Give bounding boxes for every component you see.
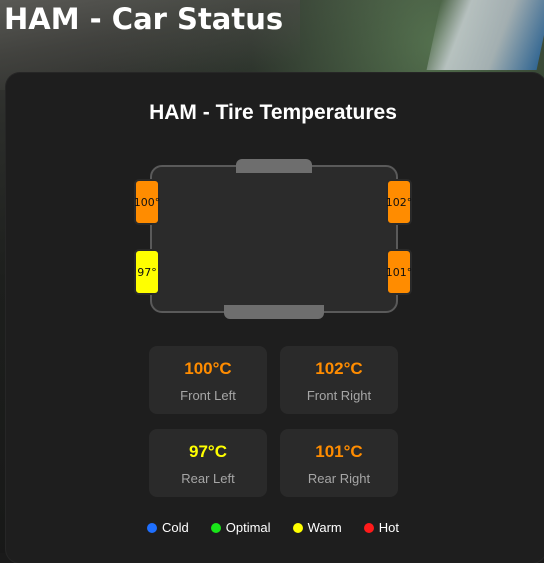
tire-rear-right[interactable]: 101° (386, 249, 412, 295)
warm-dot-icon (292, 522, 303, 533)
page-title: HAM - Car Status (4, 2, 284, 36)
tire-front-right[interactable]: 102° (386, 179, 412, 225)
stat-front-left-label: Front Left (180, 388, 236, 403)
car-rear-wing (224, 305, 324, 319)
tire-front-left-temp: 100° (133, 195, 161, 209)
car-front-wing (236, 159, 312, 173)
tire-front-right-temp: 102° (385, 195, 413, 209)
legend-label-optimal: Optimal (225, 520, 271, 535)
background-sponsor-board (426, 0, 544, 70)
stat-front-left: 100°C Front Left (149, 346, 267, 414)
stat-front-left-value: 100°C (184, 359, 232, 378)
temperature-legend: Cold Optimal Warm Hot (6, 520, 540, 535)
tire-rear-left-temp: 97° (137, 265, 157, 279)
stat-rear-right-label: Rear Right (307, 471, 371, 486)
stat-rear-right: 101°C Rear Right (280, 429, 398, 497)
stat-rear-left: 97°C Rear Left (149, 429, 267, 497)
car-body (150, 165, 398, 313)
hot-dot-icon (363, 522, 374, 533)
stat-rear-left-label: Rear Left (181, 471, 235, 486)
legend-label-cold: Cold (162, 520, 189, 535)
tire-temperature-card: HAM - Tire Temperatures 100° 102° 97° 10… (6, 73, 544, 563)
tire-rear-right-temp: 101° (385, 265, 413, 279)
legend-label-hot: Hot (378, 520, 399, 535)
stat-front-right-value: 102°C (315, 359, 363, 378)
tire-rear-left[interactable]: 97° (134, 249, 160, 295)
tire-front-left[interactable]: 100° (134, 179, 160, 225)
optimal-dot-icon (210, 522, 221, 533)
stat-rear-left-value: 97°C (189, 442, 227, 461)
legend-item-warm: Warm (292, 520, 342, 535)
stat-front-right-label: Front Right (306, 388, 372, 403)
legend-item-optimal: Optimal (210, 520, 271, 535)
legend-item-hot: Hot (363, 520, 399, 535)
stat-front-right: 102°C Front Right (280, 346, 398, 414)
stat-rear-right-value: 101°C (315, 442, 363, 461)
card-title: HAM - Tire Temperatures (149, 101, 397, 124)
legend-label-warm: Warm (307, 520, 342, 535)
legend-item-cold: Cold (147, 520, 189, 535)
cold-dot-icon (147, 522, 158, 533)
